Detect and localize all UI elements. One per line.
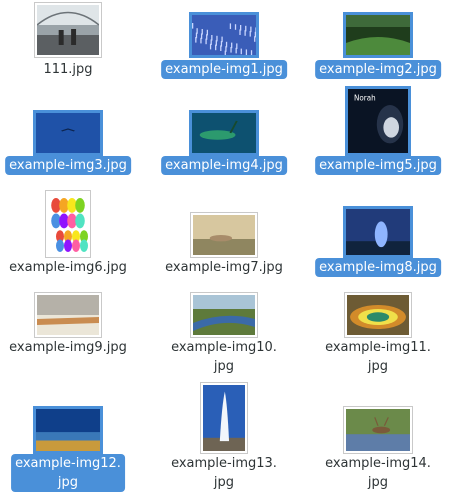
file-name-label[interactable]: example-img5.jpg [315,156,441,175]
image-thumbnail-flamingos[interactable] [189,12,259,58]
file-name-label[interactable]: example-img6.jpg [5,258,131,277]
image-thumbnail-album-cover[interactable]: Norah [345,86,411,156]
image-thumbnail-bird-blue[interactable] [33,110,103,156]
file-icon-grid: 111.jpg example-img1.jpg example-img2.jpg e… [0,0,454,503]
file-name-label[interactable]: example-img10. jpg [167,338,281,376]
image-thumbnail-leaf[interactable] [189,110,259,156]
image-thumbnail-geyser-night[interactable] [343,206,413,258]
file-name-label[interactable]: example-img3.jpg [5,156,131,175]
file-name-label[interactable]: example-img14. jpg [321,454,435,492]
image-thumbnail-color-pattern[interactable] [45,190,91,258]
file-name-label[interactable]: example-img7.jpg [161,258,287,277]
file-name-label[interactable]: example-img13. jpg [167,454,281,492]
file-name-label[interactable]: 111.jpg [39,60,96,79]
svg-text:Norah: Norah [354,93,376,102]
image-thumbnail-geyser[interactable] [200,382,248,454]
file-name-label[interactable]: example-img9.jpg [5,338,131,357]
file-name-label[interactable]: example-img12. jpg [11,454,125,492]
image-thumbnail-river[interactable] [190,292,258,338]
image-thumbnail-terraces[interactable] [34,292,102,338]
file-name-label[interactable]: example-img8.jpg [315,258,441,277]
image-thumbnail-valley[interactable] [343,12,413,58]
file-name-label[interactable]: example-img1.jpg [161,60,287,79]
image-thumbnail-hot-spring[interactable] [344,292,412,338]
image-thumbnail-lake[interactable] [33,406,103,454]
file-name-label[interactable]: example-img11. jpg [321,338,435,376]
image-thumbnail-elk[interactable] [343,406,413,454]
file-name-label[interactable]: example-img2.jpg [315,60,441,79]
file-name-label[interactable]: example-img4.jpg [161,156,287,175]
image-thumbnail-deer[interactable] [190,212,258,258]
image-thumbnail-hall[interactable] [34,2,102,58]
